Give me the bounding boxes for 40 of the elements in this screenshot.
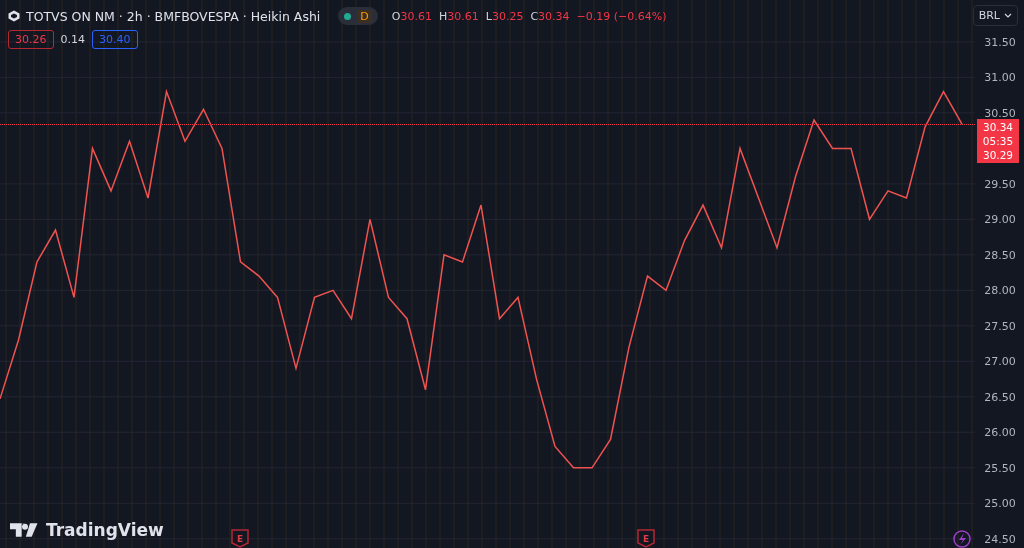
symbol-logo-icon <box>8 10 20 22</box>
ohlc-value: O30.61 <box>391 9 432 23</box>
bar-countdown: 05:35 <box>982 134 1014 148</box>
market-status-pill[interactable]: D <box>338 7 378 25</box>
price-axis-label: 27.00 <box>984 355 1016 369</box>
ohlc-value: L30.25 <box>485 9 524 23</box>
logo-text: TradingView <box>46 520 164 540</box>
price-axis-label: 28.00 <box>984 284 1016 298</box>
spread-value: 0.14 <box>60 33 85 46</box>
symbol-title[interactable]: TOTVS ON NM · 2h · BMFBOVESPA · Heikin Ashi <box>26 8 321 24</box>
price-axis-label: 30.50 <box>984 106 1016 120</box>
price-axis-label: 28.50 <box>984 248 1016 262</box>
caret-icon <box>1004 13 1012 18</box>
ask-price[interactable]: 30.40 <box>92 30 138 49</box>
price-axis-label: 26.50 <box>984 390 1016 404</box>
annotation: E <box>642 534 650 544</box>
price-axis-label: 31.50 <box>984 35 1016 49</box>
earnings-marker[interactable]: E <box>637 529 655 548</box>
price-axis-label: 27.50 <box>984 319 1016 333</box>
bid-price[interactable]: 30.26 <box>8 30 54 49</box>
price-axis-label: 31.00 <box>984 71 1016 85</box>
price-axis-label: 29.50 <box>984 177 1016 191</box>
price-axis-label: 25.00 <box>984 497 1016 511</box>
annotation: E <box>236 534 244 544</box>
logo-mark-icon <box>10 523 40 537</box>
previous-price-value: 30.29 <box>982 148 1014 162</box>
lightning-icon[interactable] <box>953 530 971 548</box>
ohlc-value: H30.61 <box>439 9 479 23</box>
earnings-marker[interactable]: E <box>231 529 249 548</box>
status-dot-icon <box>344 12 352 20</box>
price-axis-label: 26.00 <box>984 426 1016 440</box>
tradingview-logo[interactable]: TradingView <box>10 520 164 540</box>
price-axis-label: 25.50 <box>984 461 1016 475</box>
price-axis-label: 29.00 <box>984 213 1016 227</box>
price-axis-label: 24.50 <box>984 532 1016 546</box>
price-change: −0.19 (−0.64%) <box>576 9 667 23</box>
market-status-badge: D <box>357 9 372 23</box>
ohlc-value: C30.34 <box>530 9 570 23</box>
currency-dropdown[interactable]: BRL <box>972 5 1018 26</box>
last-price-value: 30.34 <box>982 120 1014 134</box>
